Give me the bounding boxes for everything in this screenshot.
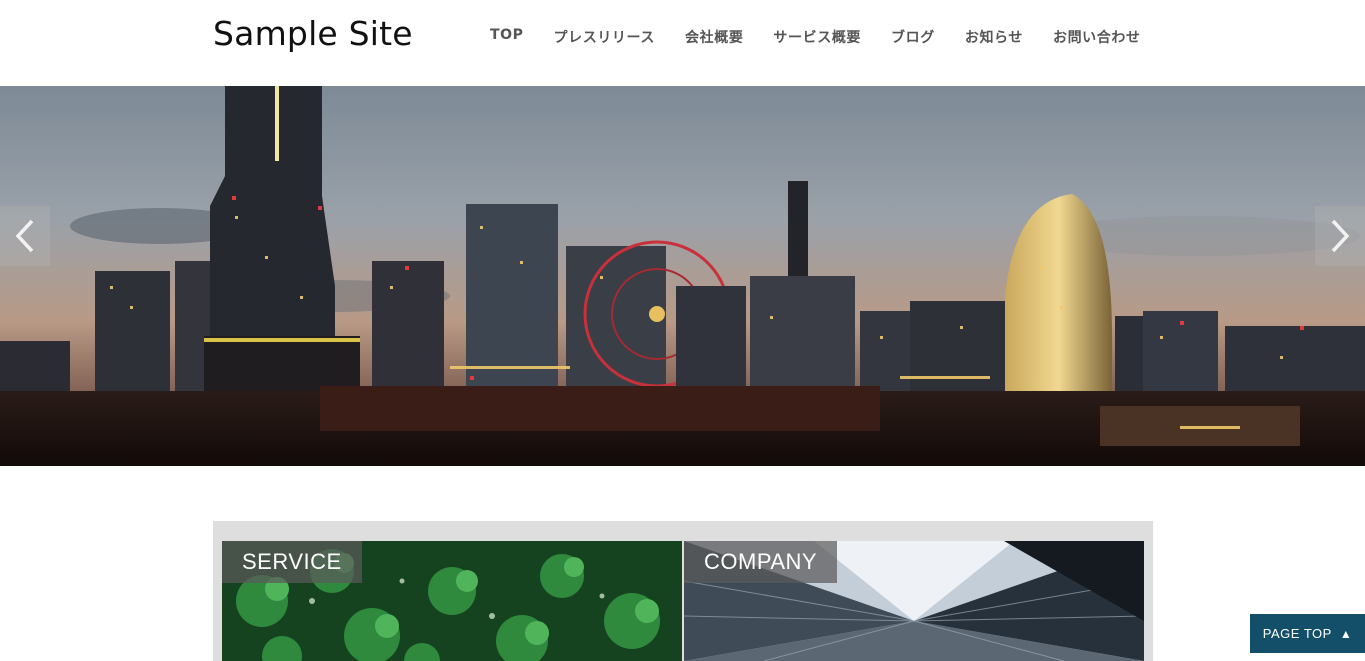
nav-item-service[interactable]: サービス概要 [773,27,861,47]
hero-cityscape-image [0,86,1365,466]
global-nav: TOP プレスリリース 会社概要 サービス概要 ブログ お知らせ お問い合わせ [490,27,1141,47]
service-card-label: SERVICE [222,541,362,583]
site-logo[interactable]: Sample Site [213,14,413,53]
site-header: Sample Site TOP プレスリリース 会社概要 サービス概要 ブログ … [0,0,1365,86]
page-top-label: PAGE TOP [1262,626,1332,641]
page-top-button[interactable]: PAGE TOP ▲ [1250,614,1365,653]
chevron-left-icon [15,219,34,253]
nav-item-contact[interactable]: お問い合わせ [1053,27,1141,47]
nav-item-news[interactable]: お知らせ [965,27,1023,47]
nav-item-top[interactable]: TOP [490,27,524,47]
company-card-label: COMPANY [684,541,838,583]
service-card[interactable]: SERVICE [222,541,682,661]
hero-slider [0,86,1365,466]
nav-item-press-release[interactable]: プレスリリース [554,27,656,47]
slider-prev-button[interactable] [0,206,50,266]
company-card[interactable]: COMPANY [684,541,1144,661]
feature-cards: SERVICE COMPANY [213,521,1153,661]
chevron-right-icon [1331,219,1350,253]
slider-next-button[interactable] [1315,206,1365,266]
nav-item-company[interactable]: 会社概要 [685,27,743,47]
nav-item-blog[interactable]: ブログ [891,27,935,47]
arrow-up-icon: ▲ [1339,626,1353,641]
